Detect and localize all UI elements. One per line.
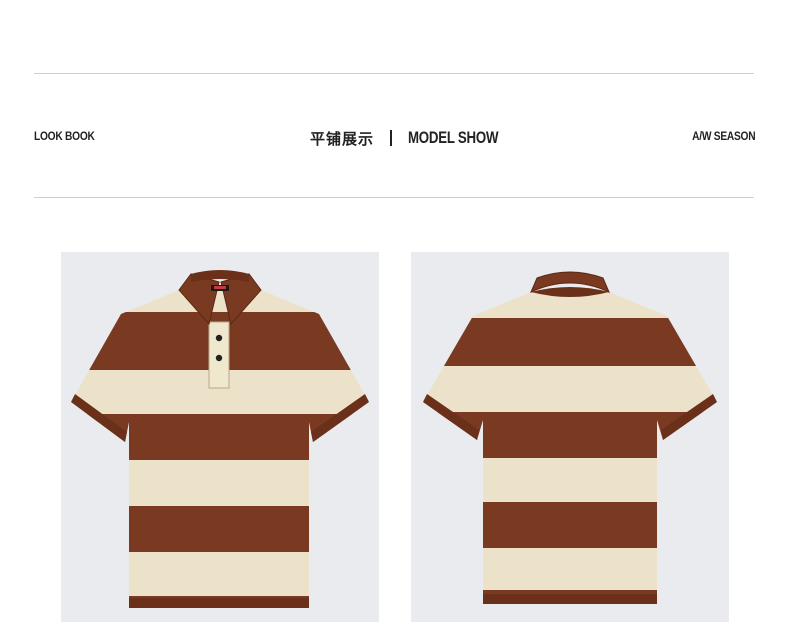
title-separator <box>390 130 393 146</box>
bottom-divider <box>34 197 754 198</box>
title-english: MODEL SHOW <box>408 128 499 147</box>
section-header: LOOK BOOK 平铺展示 MODEL SHOW A/W SEASON <box>34 126 755 150</box>
product-image-back <box>411 252 729 622</box>
polo-shirt-front-icon <box>71 270 369 608</box>
polo-shirt-back-icon <box>423 271 717 604</box>
section-title: 平铺展示 MODEL SHOW <box>310 126 524 150</box>
season-label: A/W SEASON <box>691 129 755 143</box>
title-chinese: 平铺展示 <box>310 129 375 148</box>
top-divider <box>34 73 754 74</box>
product-image-front <box>61 252 379 622</box>
look-book-label: LOOK BOOK <box>34 129 95 143</box>
